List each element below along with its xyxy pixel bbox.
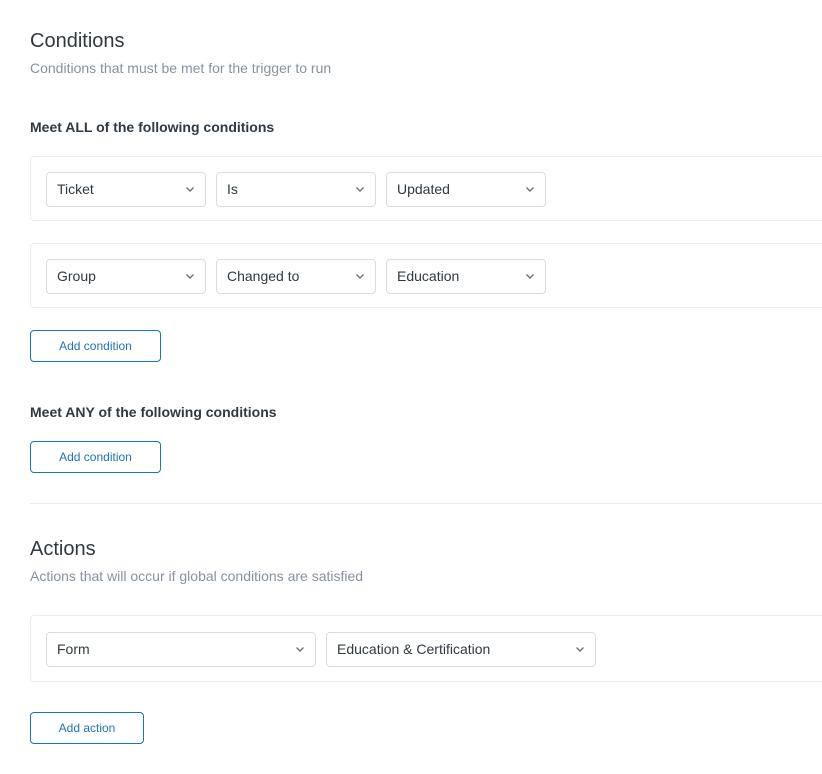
chevron-down-icon bbox=[185, 272, 195, 280]
any-conditions-heading: Meet ANY of the following conditions bbox=[30, 404, 277, 420]
action-row: Form Education & Certification bbox=[30, 615, 822, 682]
section-divider bbox=[30, 503, 822, 504]
add-action-button[interactable]: Add action bbox=[30, 712, 144, 744]
condition-row: Ticket Is Updated bbox=[30, 156, 822, 221]
chevron-down-icon bbox=[355, 185, 365, 193]
chevron-down-icon bbox=[525, 185, 535, 193]
chevron-down-icon bbox=[185, 185, 195, 193]
select-value: Updated bbox=[397, 181, 450, 197]
select-value: Group bbox=[57, 268, 96, 284]
add-all-condition-button[interactable]: Add condition bbox=[30, 330, 161, 362]
actions-subtitle: Actions that will occur if global condit… bbox=[30, 568, 364, 584]
chevron-down-icon bbox=[525, 272, 535, 280]
condition-row: Group Changed to Education bbox=[30, 243, 822, 308]
select-value: Education & Certification bbox=[337, 641, 491, 657]
action-field-select[interactable]: Form bbox=[46, 632, 316, 667]
condition-operator-select[interactable]: Is bbox=[216, 172, 376, 207]
action-value-select[interactable]: Education & Certification bbox=[326, 632, 596, 667]
condition-value-select[interactable]: Education bbox=[386, 259, 546, 294]
select-value: Form bbox=[57, 641, 90, 657]
all-conditions-heading: Meet ALL of the following conditions bbox=[30, 119, 275, 135]
select-value: Ticket bbox=[57, 181, 94, 197]
chevron-down-icon bbox=[295, 645, 305, 653]
trigger-editor: Conditions Conditions that must be met f… bbox=[0, 0, 822, 774]
select-value: Education bbox=[397, 268, 460, 284]
condition-value-select[interactable]: Updated bbox=[386, 172, 546, 207]
add-any-condition-button[interactable]: Add condition bbox=[30, 441, 161, 473]
chevron-down-icon bbox=[575, 645, 585, 653]
actions-title: Actions bbox=[30, 538, 96, 560]
condition-operator-select[interactable]: Changed to bbox=[216, 259, 376, 294]
condition-field-select[interactable]: Ticket bbox=[46, 172, 206, 207]
conditions-title: Conditions bbox=[30, 30, 125, 52]
select-value: Changed to bbox=[227, 268, 300, 284]
condition-field-select[interactable]: Group bbox=[46, 259, 206, 294]
conditions-subtitle: Conditions that must be met for the trig… bbox=[30, 60, 332, 76]
select-value: Is bbox=[227, 181, 238, 197]
chevron-down-icon bbox=[355, 272, 365, 280]
